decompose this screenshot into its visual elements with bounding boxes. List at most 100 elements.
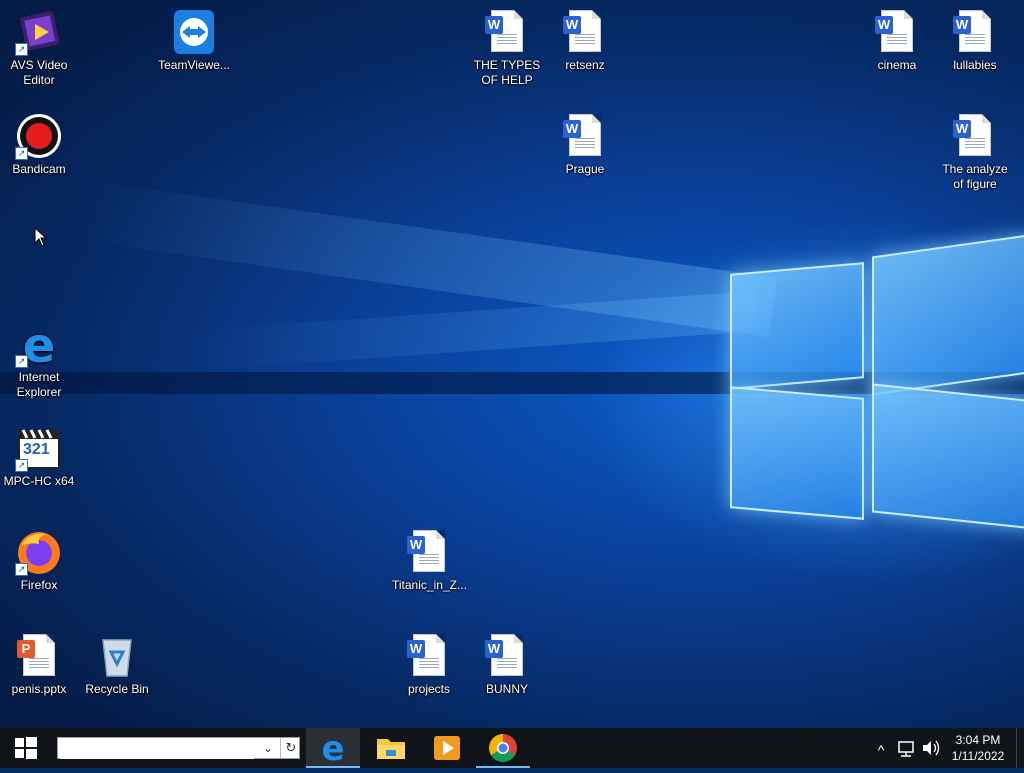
word-badge: W xyxy=(953,120,971,138)
shortcut-arrow-icon: ↗ xyxy=(15,355,28,368)
address-search-box[interactable]: ⌄ ↻ xyxy=(57,737,300,759)
windows-logo-icon xyxy=(15,737,37,759)
film-icon: ↗ xyxy=(15,8,63,56)
search-input[interactable] xyxy=(60,739,254,759)
word-badge: W xyxy=(875,16,893,34)
word-document-icon: W xyxy=(873,8,921,56)
icon-label: AVS Video xyxy=(10,58,68,72)
icon-label: cinema xyxy=(877,58,917,72)
desktop-icon-bunny[interactable]: W BUNNY xyxy=(468,626,546,697)
word-badge: W xyxy=(563,120,581,138)
system-clock[interactable]: 3:04 PM 1/11/2022 xyxy=(944,732,1012,764)
word-document-icon: W xyxy=(405,528,453,576)
volume-icon[interactable] xyxy=(920,728,942,768)
refresh-icon[interactable]: ↻ xyxy=(280,738,301,758)
desktop-icon-internet-explorer[interactable]: e ↗ Internet Explorer xyxy=(0,314,78,400)
logo-pane-top-right xyxy=(872,233,1024,396)
icon-label: retsenz xyxy=(565,58,605,72)
word-badge: W xyxy=(407,640,425,658)
desktop-icon-mpc-hc-x64[interactable]: 321 ↗ MPC-HC x64 xyxy=(0,418,78,489)
tray-chevron-up-icon[interactable]: ^ xyxy=(872,728,890,768)
desktop-icon-bandicam[interactable]: ↗ Bandicam xyxy=(0,106,78,177)
desktop-icon-titanic[interactable]: W Titanic_in_Z... xyxy=(390,522,468,593)
icon-label: MPC-HC x64 xyxy=(3,474,75,488)
light-beam xyxy=(198,290,761,370)
desktop-icon-teamviewer[interactable]: TeamViewe... xyxy=(155,2,233,73)
firefox-icon: ↗ xyxy=(15,528,63,576)
icon-label: The analyze xyxy=(942,162,1008,176)
word-document-icon: W xyxy=(951,112,999,160)
icon-label: penis.pptx xyxy=(11,682,67,696)
recycle-bin-icon xyxy=(93,632,141,680)
record-icon: ↗ xyxy=(15,112,63,160)
shortcut-arrow-icon: ↗ xyxy=(15,563,28,576)
powerpoint-badge: P xyxy=(17,640,35,658)
desktop-icon-cinema[interactable]: W cinema xyxy=(858,2,936,73)
taskbar-app-media-player[interactable] xyxy=(420,728,474,768)
logo-pane-top-left xyxy=(730,262,864,390)
desktop-icon-lullabies[interactable]: W lullabies xyxy=(936,2,1014,73)
word-badge: W xyxy=(563,16,581,34)
word-document-icon: W xyxy=(561,8,609,56)
icon-label: Explorer xyxy=(16,385,62,399)
desktop-icon-prague[interactable]: W Prague xyxy=(546,106,624,177)
desktop-icon-firefox[interactable]: ↗ Firefox xyxy=(0,522,78,593)
desktop-wallpaper xyxy=(0,0,1024,728)
desktop-icon-penis-pptx[interactable]: P penis.pptx xyxy=(0,626,78,697)
taskbar-app-file-explorer[interactable] xyxy=(364,728,418,768)
svg-text:e: e xyxy=(321,729,344,768)
icon-label: Titanic_in_Z... xyxy=(392,578,467,592)
chrome-icon xyxy=(489,734,517,762)
powerpoint-document-icon: P xyxy=(15,632,63,680)
edge-icon: e xyxy=(321,729,344,769)
folder-icon xyxy=(377,739,405,759)
icon-label: Internet xyxy=(18,370,60,384)
light-beam xyxy=(0,372,1024,394)
logo-pane-bottom-right xyxy=(872,383,1024,530)
desktop-icon-projects[interactable]: W projects xyxy=(390,626,468,697)
word-badge: W xyxy=(485,640,503,658)
shortcut-arrow-icon: ↗ xyxy=(15,43,28,56)
shortcut-arrow-icon: ↗ xyxy=(15,459,28,472)
network-icon[interactable] xyxy=(896,728,918,768)
show-desktop-button[interactable] xyxy=(1016,728,1024,768)
icon-label: THE TYPES xyxy=(473,58,541,72)
clock-time: 3:04 PM xyxy=(955,733,1001,747)
teamviewer-icon xyxy=(170,8,218,56)
icon-label: Firefox xyxy=(20,578,58,592)
icon-label: Bandicam xyxy=(12,162,66,176)
start-button[interactable] xyxy=(0,728,52,768)
taskbar-app-chrome[interactable] xyxy=(476,728,530,768)
logo-pane-bottom-left xyxy=(730,386,864,520)
clapperboard-icon: 321 ↗ xyxy=(15,424,63,472)
icon-label: OF HELP xyxy=(481,73,533,87)
clock-date: 1/11/2022 xyxy=(951,749,1005,763)
word-document-icon: W xyxy=(483,632,531,680)
desktop-icon-avs-video-editor[interactable]: ↗ AVS Video Editor xyxy=(0,2,78,88)
icon-label: BUNNY xyxy=(485,682,528,696)
chevron-down-icon[interactable]: ⌄ xyxy=(258,738,278,758)
icon-label: Recycle Bin xyxy=(85,682,149,696)
icon-label: TeamViewe... xyxy=(158,58,230,72)
icon-label: lullabies xyxy=(953,58,997,72)
icon-label: Prague xyxy=(565,162,605,176)
desktop-icon-retsenz[interactable]: W retsenz xyxy=(546,2,624,73)
word-document-icon: W xyxy=(951,8,999,56)
taskbar-app-edge[interactable]: e xyxy=(306,728,360,769)
internet-explorer-icon: e ↗ xyxy=(15,318,63,374)
word-badge: W xyxy=(953,16,971,34)
word-document-icon: W xyxy=(483,8,531,56)
icon-label: Editor xyxy=(23,73,55,87)
taskbar: ⌄ ↻ e ^ 3:04 PM 1/11/2022 xyxy=(0,728,1024,769)
desktop-icon-the-types-of-help[interactable]: W THE TYPES OF HELP xyxy=(468,2,546,88)
mouse-cursor-icon xyxy=(34,226,48,247)
word-document-icon: W xyxy=(561,112,609,160)
media-player-icon xyxy=(434,736,460,760)
desktop-icon-the-analyze-of-figure[interactable]: W The analyze of figure xyxy=(936,106,1014,192)
word-badge: W xyxy=(407,536,425,554)
desktop-icon-recycle-bin[interactable]: Recycle Bin xyxy=(78,626,156,697)
icon-label: of figure xyxy=(953,177,997,191)
shortcut-arrow-icon: ↗ xyxy=(15,147,28,160)
word-badge: W xyxy=(485,16,503,34)
icon-label: projects xyxy=(407,682,451,696)
